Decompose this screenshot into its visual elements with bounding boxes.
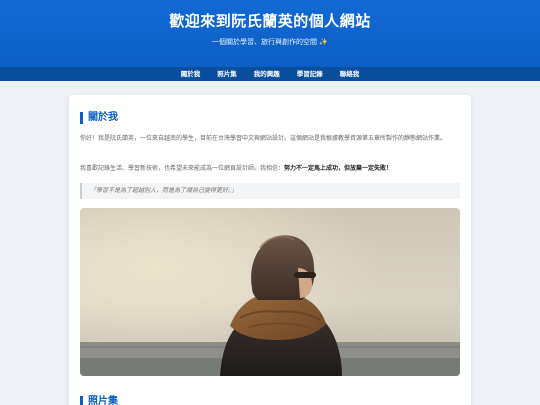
site-header: 歡迎來到阮氏蘭英的個人網站 一個關於學習、旅行與創作的空間 ✨ (0, 0, 540, 67)
about-title: 關於我 (80, 112, 118, 124)
main-nav: 關於我 照片集 我的興趣 學習記錄 聯絡我 (0, 67, 540, 81)
gallery-title: 照片集 (80, 396, 118, 405)
site-title: 歡迎來到阮氏蘭英的個人網站 (169, 12, 371, 30)
about-card: 關於我 你好！我是阮氏蘭英，一位來自越南的學生，目前在台灣學習中文與網站設計。這… (69, 95, 471, 405)
nav-item-about[interactable]: 關於我 (181, 67, 201, 81)
profile-photo (80, 208, 460, 376)
about-paragraph-2-text: 我喜歡記錄生活、學習新技術，也希望未來能成為一位網頁設計師。我相信： (80, 165, 285, 172)
about-quote: 「學習不是為了超越別人，而是為了讓自己變得更好。」 (80, 183, 460, 199)
nav-item-gallery[interactable]: 照片集 (217, 67, 237, 81)
photo-illustration (80, 208, 460, 376)
nav-item-contact[interactable]: 聯絡我 (340, 67, 360, 81)
nav-item-interests[interactable]: 我的興趣 (254, 67, 280, 81)
about-paragraph-2: 我喜歡記錄生活、學習新技術，也希望未來能成為一位網頁設計師。我相信：努力不一定馬… (80, 163, 460, 174)
about-paragraph-1: 你好！我是阮氏蘭英，一位來自越南的學生，目前在台灣學習中文與網站設計。這個網站是… (80, 135, 447, 142)
about-motto: 努力不一定馬上成功，但放棄一定失敗！ (284, 165, 393, 172)
site-subtitle: 一個關於學習、旅行與創作的空間 ✨ (212, 38, 328, 46)
nav-item-learning[interactable]: 學習記錄 (297, 67, 323, 81)
